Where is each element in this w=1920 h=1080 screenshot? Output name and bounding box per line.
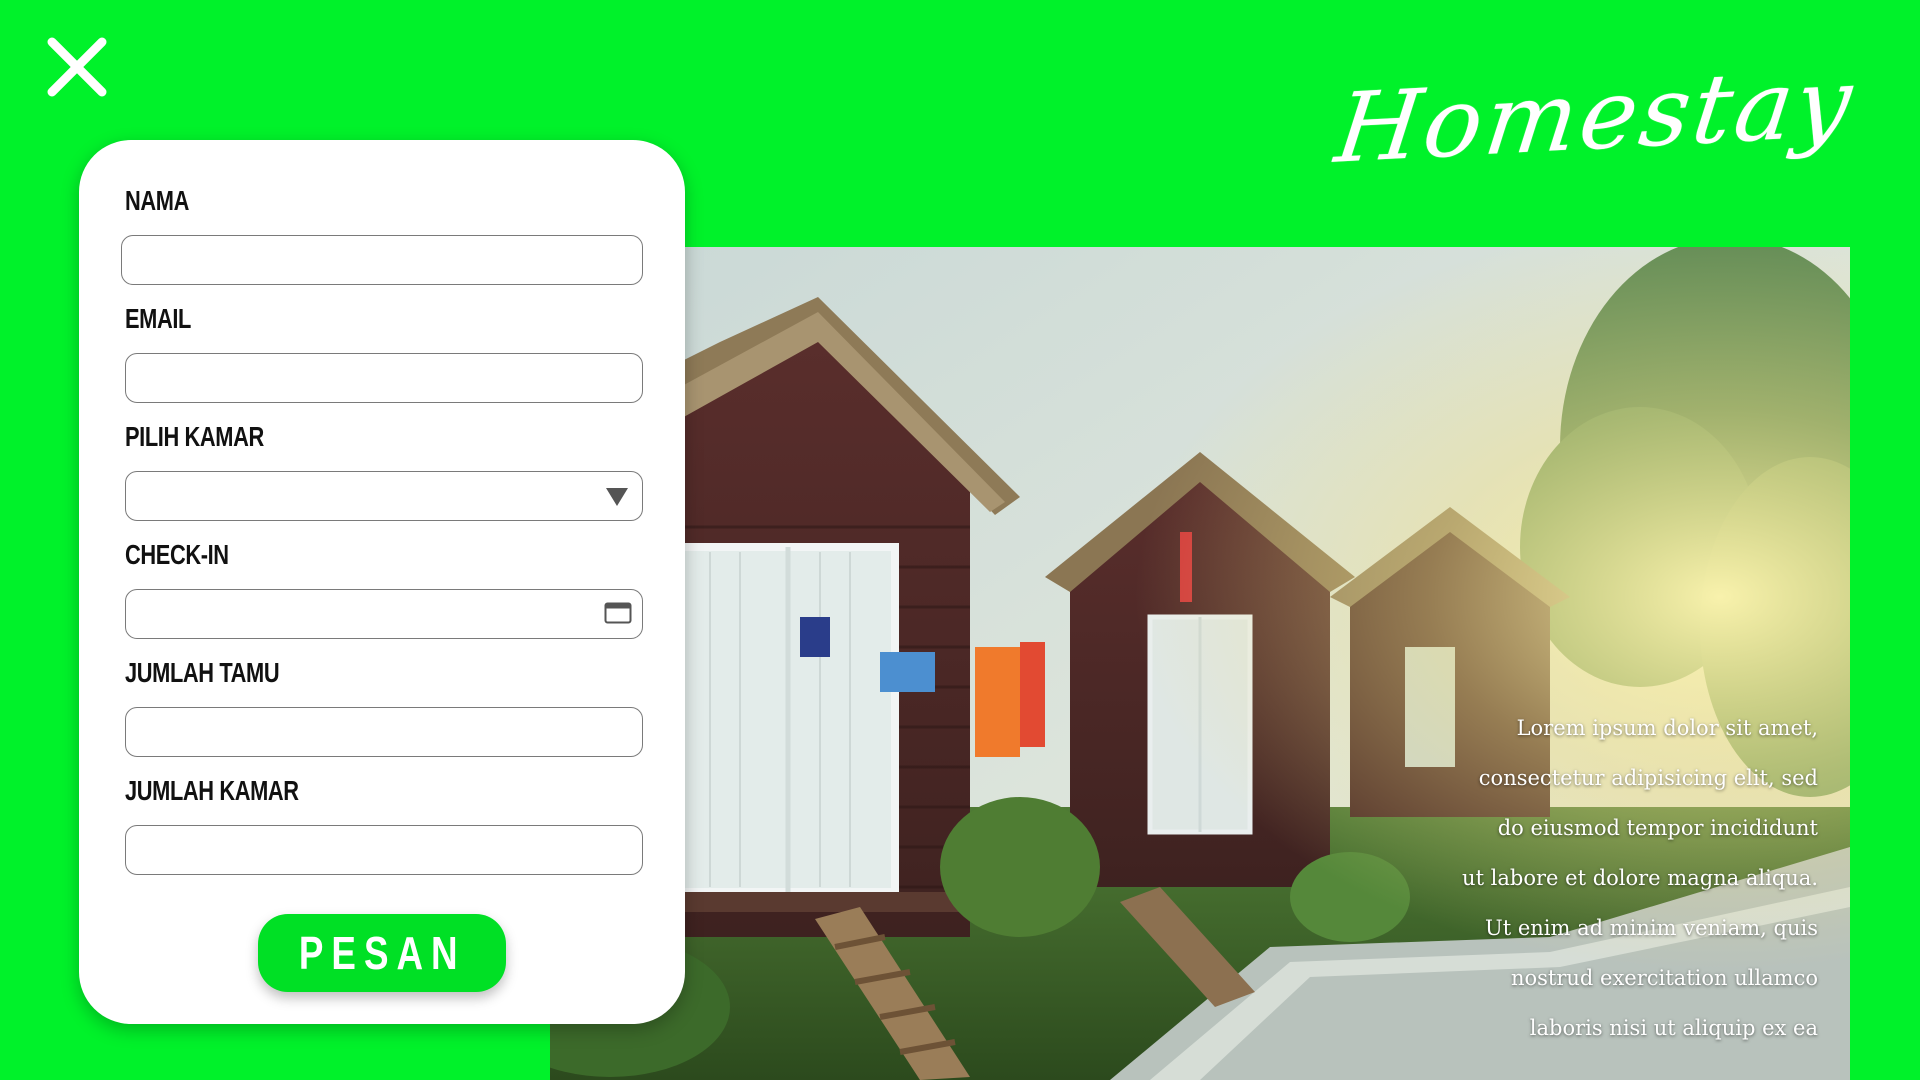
room-select-label: PILIH KAMAR bbox=[125, 421, 264, 452]
close-button[interactable] bbox=[44, 34, 110, 100]
caption-line: ut labore et dolore magna aliqua. bbox=[1462, 866, 1818, 890]
checkin-date-field[interactable] bbox=[125, 589, 643, 639]
name-field[interactable] bbox=[121, 235, 643, 285]
rooms-label: JUMLAH KAMAR bbox=[125, 775, 299, 806]
pesan-button-label: PESAN bbox=[298, 927, 466, 979]
checkin-label: CHECK-IN bbox=[125, 539, 229, 570]
name-label: NAMA bbox=[125, 185, 189, 216]
hero-image: Lorem ipsum dolor sit amet, consectetur … bbox=[550, 247, 1850, 1080]
room-select[interactable] bbox=[125, 471, 643, 521]
caption-line: laboris nisi ut aliquip ex ea bbox=[1529, 1016, 1818, 1040]
caption-line: consectetur adipisicing elit, sed bbox=[1478, 766, 1818, 790]
caption-line: Ut enim ad minim veniam, quis bbox=[1485, 916, 1818, 940]
email-field[interactable] bbox=[125, 353, 643, 403]
hero-caption: Lorem ipsum dolor sit amet, consectetur … bbox=[1398, 703, 1818, 1053]
caption-line: do eiusmod tempor incididunt bbox=[1497, 816, 1818, 840]
pesan-button[interactable]: PESAN bbox=[258, 914, 506, 992]
guests-field[interactable] bbox=[125, 707, 643, 757]
caption-line: Lorem ipsum dolor sit amet, bbox=[1516, 716, 1818, 740]
chevron-down-icon bbox=[606, 488, 628, 506]
calendar-icon[interactable] bbox=[604, 602, 632, 624]
rooms-field[interactable] bbox=[125, 825, 643, 875]
close-icon bbox=[47, 37, 107, 97]
email-label: EMAIL bbox=[125, 303, 191, 334]
caption-line: nostrud exercitation ullamco bbox=[1510, 966, 1818, 990]
brand-title: Homestay bbox=[1330, 46, 1861, 185]
booking-form: NAMA EMAIL PILIH KAMAR CHECK-IN JUMLAH T… bbox=[79, 140, 685, 1024]
guests-label: JUMLAH TAMU bbox=[125, 657, 280, 688]
